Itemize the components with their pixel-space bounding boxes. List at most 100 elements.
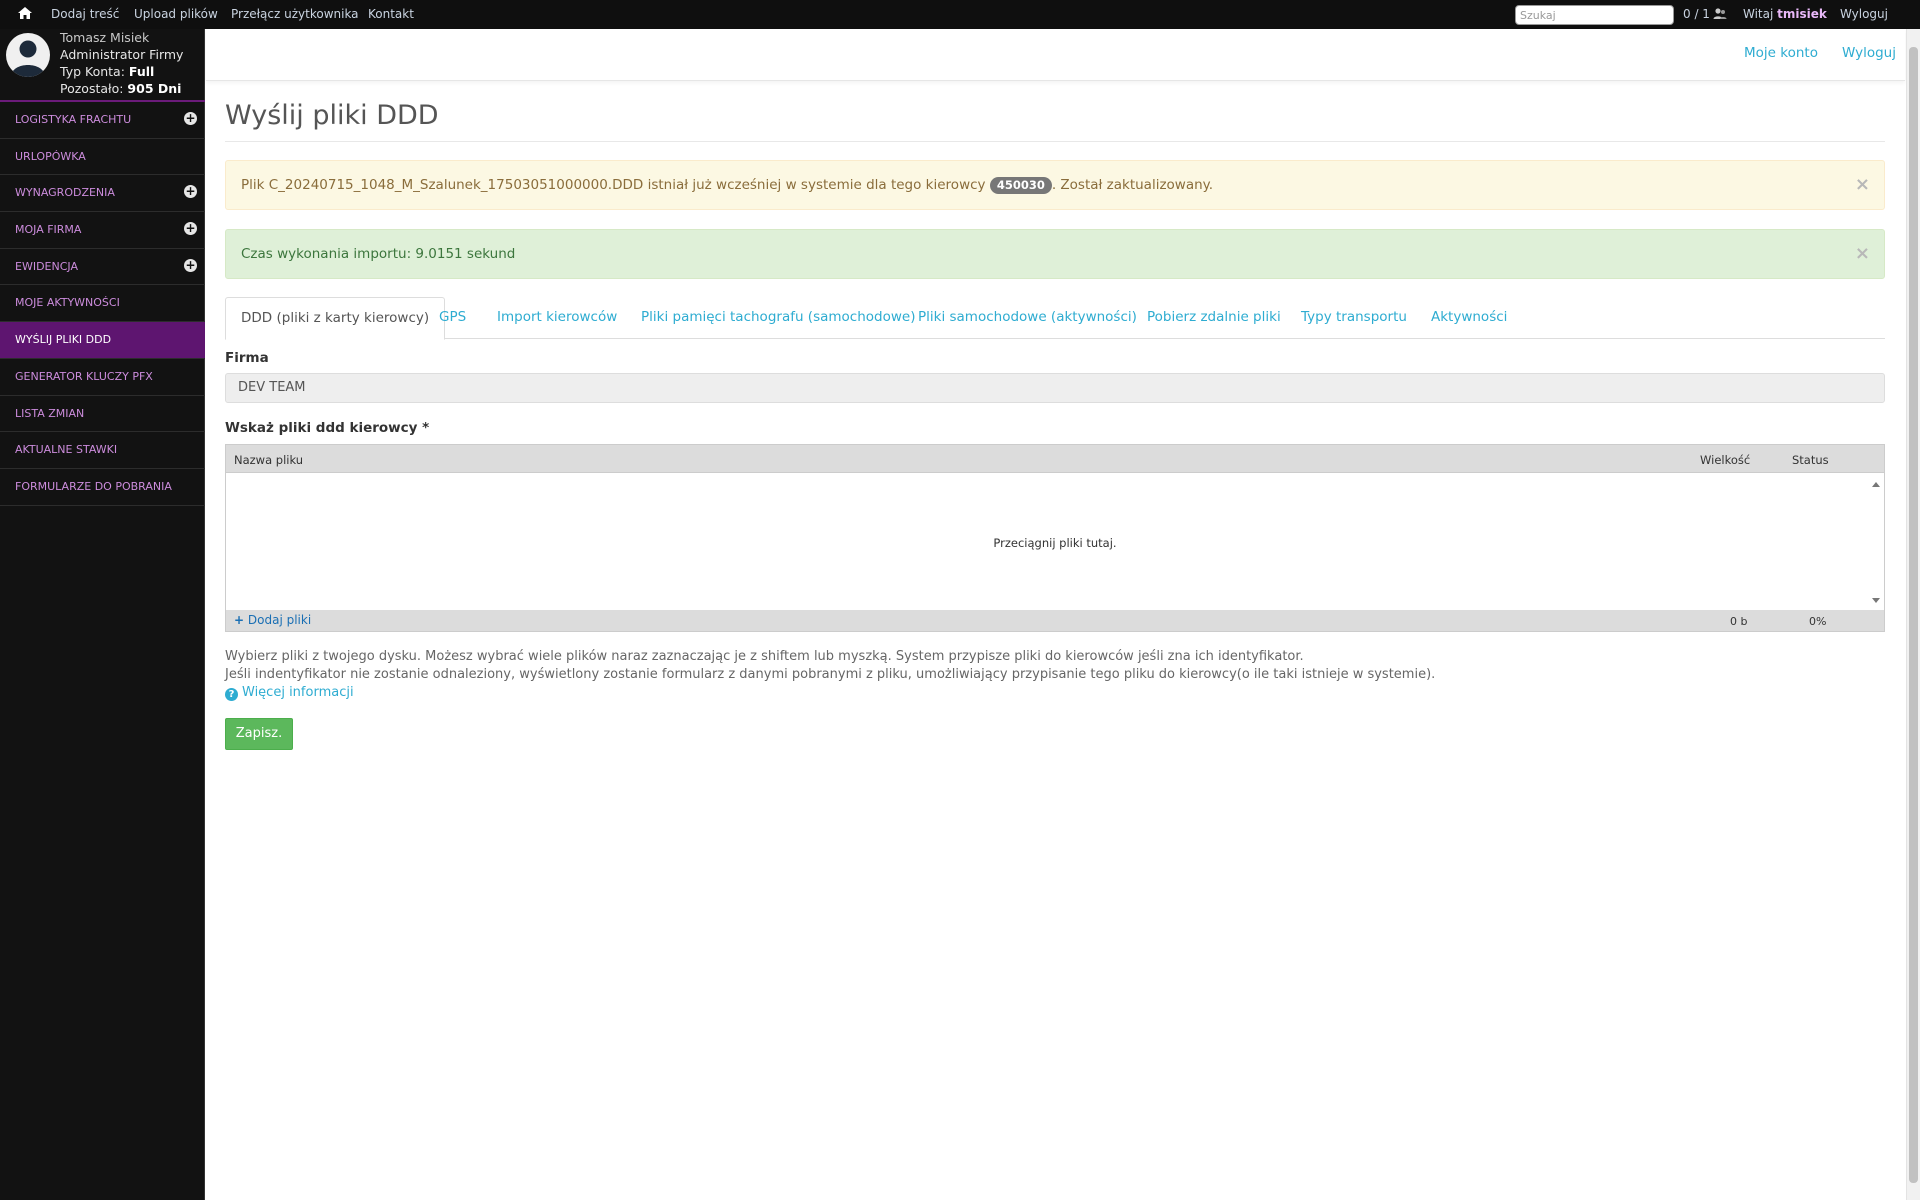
sidebar-item-wyslij-pliki-ddd[interactable]: WYŚLIJ PLIKI DDD <box>0 322 205 359</box>
page-scrollbar[interactable] <box>1906 29 1920 1200</box>
sidebar-item-label: URLOPÓWKA <box>15 149 86 163</box>
add-files-label: Dodaj pliki <box>247 613 312 627</box>
remaining-label: Pozostało: <box>60 81 124 96</box>
profile-remaining: Pozostało: 905 Dni <box>60 81 181 96</box>
tab-activities[interactable]: Aktywności <box>1431 297 1507 339</box>
expand-plus-icon[interactable]: + <box>184 258 197 272</box>
company-field: DEV TEAM <box>225 373 1885 403</box>
tab-import-drivers[interactable]: Import kierowców <box>497 297 617 339</box>
more-info-link[interactable]: ? Więcej informacji <box>225 685 354 701</box>
total-size: 0 b <box>1730 615 1748 628</box>
profile-role: Administrator Firmy <box>60 47 184 62</box>
plus-icon: + <box>234 613 245 627</box>
sidebar-item-label: MOJA FIRMA <box>15 223 82 237</box>
success-text: Czas wykonania importu: 9.0151 sekund <box>241 246 516 262</box>
user-silhouette-icon <box>11 40 45 77</box>
col-header-file-name: Nazwa pliku <box>234 453 304 467</box>
toolbar-link-switch-user[interactable]: Przełącz użytkownika <box>231 7 359 21</box>
tab-tachograph-memory-files[interactable]: Pliki pamięci tachografu (samochodowe) <box>641 297 915 339</box>
col-header-status: Status <box>1792 453 1829 467</box>
help-text-line-2: Jeśli indentyfikator nie zostanie odnale… <box>225 667 1436 682</box>
sidebar: Tomasz Misiek Administrator Firmy Typ Ko… <box>0 29 205 1200</box>
expand-plus-icon[interactable]: + <box>184 185 197 199</box>
sidebar-item-moja-firma[interactable]: MOJA FIRMA + <box>0 212 205 249</box>
drop-zone[interactable]: Przeciągnij pliki tutaj. <box>226 474 1884 611</box>
sidebar-item-generator-kluczy-pfx[interactable]: GENERATOR KLUCZY PFX <box>0 359 205 396</box>
expand-plus-icon[interactable]: + <box>184 112 197 125</box>
driver-id-badge: 450030 <box>989 177 1052 194</box>
tab-ddd-driver-card[interactable]: DDD (pliki z karty kierowcy) <box>225 297 446 340</box>
users-icon <box>1713 8 1727 19</box>
profile-account-type: Typ Konta: Full <box>60 64 154 79</box>
profile-name: Tomasz Misiek <box>60 30 150 45</box>
sidebar-item-label: AKTUALNE STAWKI <box>15 443 118 457</box>
main-header: Moje konto Wyloguj <box>206 29 1905 81</box>
warning-alert: Plik C_20240715_1048_M_Szalunek_17503051… <box>225 160 1885 210</box>
online-users-counter: 0 / 1 <box>1683 7 1710 21</box>
sidebar-item-label: MOJE AKTYWNOŚCI <box>15 296 120 310</box>
sidebar-item-label: EWIDENCJA <box>15 259 78 273</box>
col-header-size: Wielkość <box>1700 453 1751 467</box>
sidebar-item-label: GENERATOR KLUCZY PFX <box>15 369 153 383</box>
search-input[interactable] <box>1515 5 1674 25</box>
question-circle-icon: ? <box>225 688 238 701</box>
welcome-label: Witaj <box>1743 7 1774 21</box>
account-type-label: Typ Konta: <box>60 64 125 79</box>
warning-text: Plik C_20240715_1048_M_Szalunek_17503051… <box>241 177 986 193</box>
file-uploader: Nazwa pliku Wielkość Status Przeciągnij … <box>225 444 1885 632</box>
title-divider <box>225 141 1885 142</box>
tab-bar: DDD (pliki z karty kierowcy) GPS Import … <box>225 297 1885 340</box>
sidebar-item-label: FORMULARZE DO POBRANIA <box>15 479 172 493</box>
add-files-button[interactable]: + Dodaj pliki <box>234 613 311 627</box>
toolbar-link-contact[interactable]: Kontakt <box>368 7 414 21</box>
toolbar-link-add-content[interactable]: Dodaj treść <box>51 7 119 21</box>
sidebar-item-ewidencja[interactable]: EWIDENCJA + <box>0 249 205 286</box>
sidebar-item-logistyka-frachtu[interactable]: LOGISTYKA FRACHTU + <box>0 102 205 139</box>
avatar <box>6 33 50 77</box>
toolbar-logout-link[interactable]: Wyloguj <box>1840 7 1888 21</box>
sidebar-item-wynagrodzenia[interactable]: WYNAGRODZENIA + <box>0 175 205 213</box>
drop-hint: Przeciągnij pliki tutaj. <box>993 536 1117 550</box>
more-info-label: Więcej informacji <box>242 685 354 700</box>
sidebar-item-label: WYŚLIJ PLIKI DDD <box>15 333 112 347</box>
sidebar-item-formularze-do-pobrania[interactable]: FORMULARZE DO POBRANIA <box>0 469 205 506</box>
toolbar-link-upload-files[interactable]: Upload plików <box>134 7 218 21</box>
close-icon[interactable]: × <box>1855 174 1870 195</box>
success-alert: Czas wykonania importu: 9.0151 sekund × <box>225 229 1885 279</box>
close-icon[interactable]: × <box>1855 243 1870 264</box>
logout-link[interactable]: Wyloguj <box>1842 45 1896 61</box>
company-label: Firma <box>225 350 269 366</box>
welcome-text: Witaj tmisiek <box>1743 7 1827 21</box>
uploader-footer: + Dodaj pliki 0 b 0% <box>226 610 1884 631</box>
remaining-value: 905 Dni <box>127 81 182 96</box>
tab-gps[interactable]: GPS <box>439 297 466 339</box>
sidebar-item-moje-aktywnosci[interactable]: MOJE AKTYWNOŚCI <box>0 285 205 323</box>
page-title: Wyślij pliki DDD <box>225 100 439 131</box>
account-type-value: Full <box>128 64 155 79</box>
files-label: Wskaż pliki ddd kierowcy * <box>225 420 430 436</box>
admin-toolbar: Dodaj treść Upload plików Przełącz użytk… <box>0 0 1920 29</box>
sidebar-nav: LOGISTYKA FRACHTU + URLOPÓWKA WYNAGRODZEN… <box>0 100 205 506</box>
sidebar-item-lista-zmian[interactable]: LISTA ZMIAN <box>0 396 205 433</box>
total-progress: 0% <box>1809 615 1827 628</box>
home-icon[interactable] <box>17 5 33 21</box>
help-text-line-1: Wybierz pliki z twojego dysku. Możesz wy… <box>225 649 1304 664</box>
scroll-up-arrow-icon[interactable] <box>1872 482 1880 487</box>
sidebar-item-label: WYNAGRODZENIA <box>15 186 115 200</box>
user-profile: Tomasz Misiek Administrator Firmy Typ Ko… <box>0 29 205 100</box>
warning-text-suffix: . Został zaktualizowany. <box>1051 177 1214 193</box>
tab-transport-types[interactable]: Typy transportu <box>1301 297 1407 339</box>
username-link[interactable]: tmisiek <box>1777 7 1827 21</box>
sidebar-item-label: LOGISTYKA FRACHTU <box>15 113 132 126</box>
my-account-link[interactable]: Moje konto <box>1744 45 1818 61</box>
save-button[interactable]: Zapisz. <box>225 718 293 750</box>
sidebar-item-label: LISTA ZMIAN <box>15 406 85 420</box>
uploader-header: Nazwa pliku Wielkość Status <box>226 445 1884 473</box>
scrollbar-thumb[interactable] <box>1909 47 1918 1183</box>
scroll-down-arrow-icon[interactable] <box>1872 598 1880 603</box>
sidebar-item-aktualne-stawki[interactable]: AKTUALNE STAWKI <box>0 432 205 469</box>
sidebar-item-urlopowka[interactable]: URLOPÓWKA <box>0 139 205 176</box>
tab-remote-download[interactable]: Pobierz zdalnie pliki <box>1147 297 1281 339</box>
expand-plus-icon[interactable]: + <box>184 222 197 236</box>
tab-vehicle-files-activities[interactable]: Pliki samochodowe (aktywności) <box>918 297 1137 339</box>
